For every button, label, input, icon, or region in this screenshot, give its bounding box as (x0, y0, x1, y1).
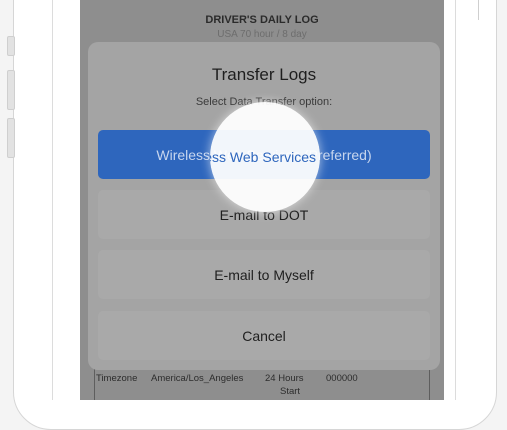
tap-indicator-magnified-text: Wireless Web Services (Preferred) (210, 102, 320, 212)
cancel-button[interactable]: Cancel (98, 311, 430, 360)
phone-volume-down-button (7, 118, 15, 158)
dialog-title: Transfer Logs (211, 65, 317, 84)
phone-bezel-left (52, 0, 53, 400)
cancel-label: Cancel (242, 327, 286, 344)
timezone-label: Timezone (96, 373, 138, 384)
page-title: DRIVER'S DAILY LOG (205, 14, 319, 26)
phone-edge (478, 0, 479, 20)
phone-side-button (7, 36, 15, 56)
log-number: 000000 (326, 373, 358, 384)
timezone-value: America/Los_Angeles (151, 373, 244, 384)
page-subtitle: USA 70 hour / 8 day (217, 29, 307, 40)
phone-volume-up-button (7, 70, 15, 110)
email-to-myself-label: E-mail to Myself (214, 266, 314, 283)
magnified-label: Wireless Web Services (Preferred) (210, 149, 320, 165)
start-label: Start (280, 386, 301, 397)
log-info-row: Timezone America/Los_Angeles 24 Hours St… (94, 367, 430, 400)
email-to-myself-button[interactable]: E-mail to Myself (98, 250, 430, 299)
hours-label: 24 Hours (265, 373, 304, 384)
phone-bezel-right (455, 0, 456, 400)
app-header: DRIVER'S DAILY LOG USA 70 hour / 8 day (80, 0, 444, 42)
